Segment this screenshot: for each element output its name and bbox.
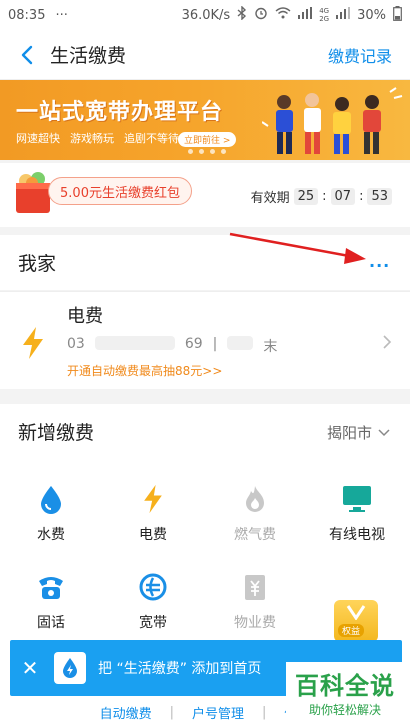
alarm-icon <box>254 6 268 24</box>
chevron-right-icon <box>383 335 392 349</box>
payment-label: 电费 <box>139 527 167 543</box>
promo-banner[interactable]: 一站式宽带办理平台 网速超快 游戏畅玩 追剧不等待 立即前往 > <box>0 80 410 160</box>
city-name: 揭阳市 <box>326 424 372 442</box>
auto-pay-promo-link[interactable]: 开通自动缴费最高抽88元>> <box>67 362 222 379</box>
bill-name: 电费 <box>67 306 103 327</box>
lightning-drop-icon <box>63 658 77 678</box>
more-notifications-icon: ··· <box>55 7 68 23</box>
countdown-minutes: 07 <box>330 188 356 205</box>
coupon-label[interactable]: 5.00元生活缴费红包 <box>48 177 192 205</box>
payment-label: 水费 <box>37 527 65 543</box>
lightning-icon <box>23 327 43 359</box>
payment-label: 宽带 <box>139 615 167 631</box>
building-icon <box>245 575 265 600</box>
banner-tag: 追剧不等待 <box>124 132 179 145</box>
payment-label: 燃气费 <box>234 527 276 543</box>
watermark-subtitle: 助你轻松解决 <box>308 703 381 717</box>
account-masked <box>94 336 175 350</box>
pagination-dot <box>210 149 215 154</box>
network-4g: 4G <box>319 7 330 15</box>
people-illustration <box>262 87 403 154</box>
payment-item-water[interactable]: 水费 <box>0 472 102 552</box>
v-icon <box>346 605 366 620</box>
pagination-dot <box>188 149 193 154</box>
new-payment-title: 新增缴费 <box>18 422 95 444</box>
network-type: 4G 2G <box>319 7 329 23</box>
bill-account: 03 69 | 末 <box>67 336 277 356</box>
account-end: 69 <box>184 336 203 352</box>
broadband-icon <box>139 573 167 601</box>
payment-item-landline[interactable]: 固话 <box>0 560 102 640</box>
banner-tag: 游戏畅玩 <box>70 132 114 145</box>
pagination-dot <box>221 149 226 154</box>
back-arrow-icon <box>21 45 33 64</box>
account-start: 03 <box>67 336 85 352</box>
pagination-dot <box>199 149 204 154</box>
page-title: 生活缴费 <box>50 45 127 67</box>
network-2g: 2G <box>319 15 330 23</box>
payment-item-property[interactable]: 物业费 <box>204 560 306 640</box>
benefits-badge[interactable]: 权益 <box>334 600 378 642</box>
telephone-icon <box>39 577 63 599</box>
payment-item-cable-tv[interactable]: 有线电视 <box>306 472 408 552</box>
payment-records-link[interactable]: 缴费记录 <box>328 43 392 67</box>
clock: 08:35 <box>8 7 46 23</box>
owner-masked <box>227 336 254 350</box>
bluetooth-icon <box>237 5 247 24</box>
benefits-tag: 权益 <box>338 624 365 637</box>
status-bar: 08:35 ··· 36.0K/s 4G 2G 30% <box>0 0 410 30</box>
countdown-hours: 25 <box>293 188 319 205</box>
account-separator: | <box>212 336 218 352</box>
annotation-arrow-icon <box>229 232 366 264</box>
close-icon[interactable]: ✕ <box>10 640 50 696</box>
flame-icon <box>246 486 264 512</box>
coupon-bar[interactable]: 5.00元生活缴费红包 有效期 25 : 07 : 53 <box>0 163 410 227</box>
chevron-down-icon <box>378 428 390 436</box>
electricity-bill-row[interactable]: 电费 03 69 | 末 开通自动缴费最高抽88元>> <box>0 291 410 389</box>
water-drop-icon <box>41 486 61 514</box>
watermark: 百科全说 助你轻松解决 <box>286 662 404 722</box>
countdown-seconds: 53 <box>367 188 392 205</box>
banner-tag: 网速超快 <box>16 132 60 145</box>
banner-pagination <box>188 149 226 154</box>
app-icon <box>54 652 86 684</box>
wifi-icon <box>275 7 291 23</box>
payment-label: 有线电视 <box>329 527 385 543</box>
banner-tags: 网速超快 游戏畅玩 追剧不等待 <box>16 130 179 146</box>
payment-item-electricity[interactable]: 电费 <box>102 472 204 552</box>
watermark-title: 百科全说 <box>295 672 395 700</box>
auto-pay-link[interactable]: 自动缴费 <box>100 703 152 722</box>
city-selector[interactable]: 揭阳市 <box>327 422 390 443</box>
home-more-button[interactable]: ··· <box>369 256 390 275</box>
account-manage-link[interactable]: 户号管理 <box>192 703 244 722</box>
expiry-label: 有效期 <box>250 191 290 206</box>
battery-level: 30% <box>357 7 386 23</box>
back-button[interactable] <box>12 30 42 80</box>
signal-icon-2 <box>336 7 351 23</box>
toast-message: 把 “生活缴费” 添加到首页 <box>98 661 262 677</box>
lightning-icon <box>144 484 162 514</box>
payment-label: 固话 <box>37 615 65 631</box>
coupon-expiry: 有效期 25 : 07 : 53 <box>251 187 392 206</box>
signal-icon <box>298 7 313 23</box>
payment-label: 物业费 <box>234 615 276 631</box>
nav-bar: 生活缴费 缴费记录 <box>0 30 410 80</box>
owner-tail: 末 <box>263 339 278 355</box>
tv-icon <box>343 486 371 512</box>
banner-go-button[interactable]: 立即前往 > <box>178 132 237 147</box>
battery-icon <box>393 5 402 25</box>
network-speed: 36.0K/s <box>181 7 231 23</box>
banner-headline: 一站式宽带办理平台 <box>16 100 224 125</box>
home-title: 我家 <box>18 253 57 275</box>
payment-item-broadband[interactable]: 宽带 <box>102 560 204 640</box>
payment-item-gas[interactable]: 燃气费 <box>204 472 306 552</box>
